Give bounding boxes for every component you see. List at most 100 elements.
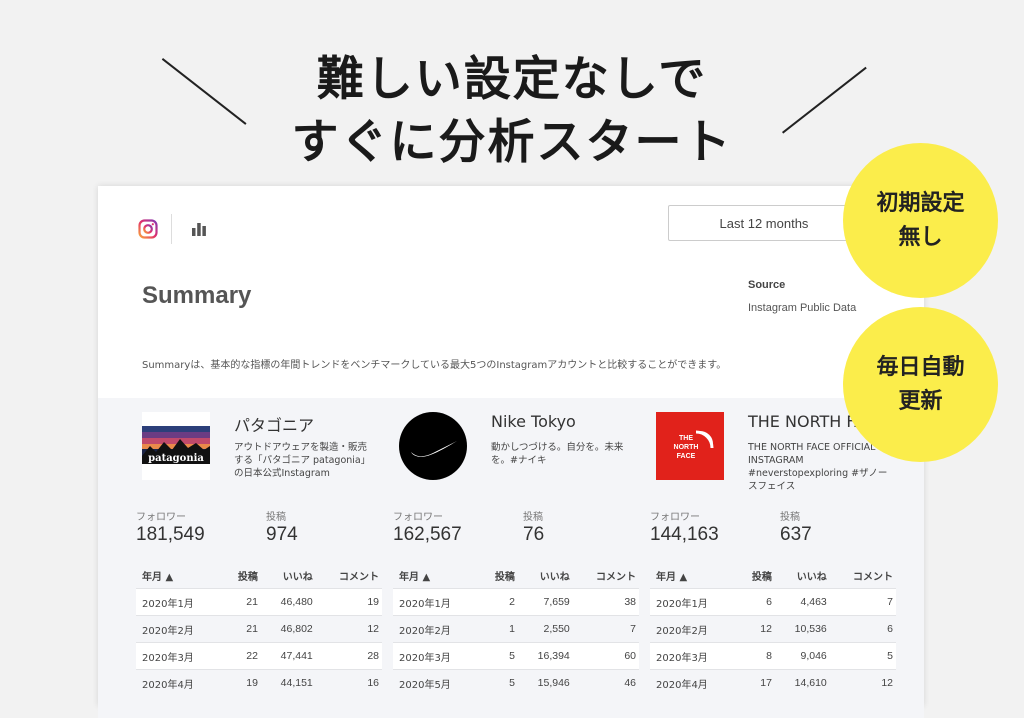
the-north-face-logo: THE NORTH FACE bbox=[656, 412, 724, 480]
table-row: 2020年3月 22 47,441 28 bbox=[136, 642, 382, 670]
table-cell: 2020年4月 bbox=[650, 669, 738, 696]
account-bio: 動かしつづける。自分を。未来を。#ナイキ bbox=[491, 442, 624, 466]
table-cell: 2,550 bbox=[517, 615, 573, 643]
table-row: 2020年4月 17 14,610 12 bbox=[650, 669, 896, 696]
account-name[interactable]: Nike Tokyo bbox=[491, 412, 576, 431]
table-cell: 1 bbox=[480, 615, 518, 643]
table-cell: 5 bbox=[480, 669, 518, 696]
toolbar-divider bbox=[171, 214, 172, 244]
table-cell: 7 bbox=[572, 615, 639, 643]
posts-label: 投稿 bbox=[780, 512, 800, 523]
svg-text:NORTH: NORTH bbox=[674, 444, 699, 451]
table-row: 2020年2月 21 46,802 12 bbox=[136, 615, 382, 643]
followers-label: フォロワー bbox=[136, 512, 186, 523]
instagram-icon[interactable] bbox=[138, 219, 158, 239]
table-cell: 19 bbox=[223, 669, 261, 696]
table-cell: 19 bbox=[315, 588, 382, 616]
column-header[interactable]: 投稿 bbox=[224, 562, 261, 589]
page-title: Summary bbox=[142, 282, 252, 309]
table-cell: 2020年3月 bbox=[650, 642, 738, 670]
table-row: 2020年3月 5 16,394 60 bbox=[393, 642, 639, 670]
table-cell: 16,394 bbox=[517, 642, 573, 670]
table-cell: 9,046 bbox=[774, 642, 830, 670]
table-cell: 15,946 bbox=[517, 669, 573, 696]
badge-no-initial-setup: 初期設定 無し bbox=[843, 143, 998, 298]
table-cell: 47,441 bbox=[260, 642, 316, 670]
table-header-row: 年月 ▲ 投稿 いいね コメント bbox=[393, 562, 639, 589]
account-column-patagonia: patagonia パタゴニア アウトドアウェアを製造・販売する「パタゴニア p… bbox=[136, 412, 400, 712]
summary-description: Summaryは、基本的な指標の年間トレンドをベンチマークしている最大5つのIn… bbox=[142, 360, 727, 371]
table-cell: 21 bbox=[223, 588, 261, 616]
table-row: 2020年2月 12 10,536 6 bbox=[650, 615, 896, 643]
table-cell: 8 bbox=[737, 642, 775, 670]
table-cell: 46 bbox=[572, 669, 639, 696]
table-cell: 44,151 bbox=[260, 669, 316, 696]
svg-text:FACE: FACE bbox=[677, 453, 696, 460]
source-value: Instagram Public Data bbox=[748, 302, 857, 314]
followers-label: フォロワー bbox=[650, 512, 700, 523]
column-header[interactable]: いいね bbox=[261, 562, 316, 589]
table-row: 2020年1月 21 46,480 19 bbox=[136, 588, 382, 616]
posts-count: 76 bbox=[523, 524, 545, 545]
table-cell: 12 bbox=[315, 615, 382, 643]
table-cell: 28 bbox=[315, 642, 382, 670]
column-header[interactable]: 投稿 bbox=[738, 562, 775, 589]
badge-line-1: 毎日自動 bbox=[876, 354, 965, 380]
table-cell: 2020年1月 bbox=[393, 588, 481, 616]
column-header[interactable]: 投稿 bbox=[481, 562, 518, 589]
bar-chart-icon[interactable] bbox=[191, 222, 207, 236]
table-cell: 2020年4月 bbox=[136, 669, 224, 696]
table-cell: 6 bbox=[737, 588, 775, 616]
table-cell: 17 bbox=[737, 669, 775, 696]
followers-count: 181,549 bbox=[136, 524, 205, 545]
table-cell: 60 bbox=[572, 642, 639, 670]
account-bio: アウトドアウェアを製造・販売する「パタゴニア patagonia」の日本公式In… bbox=[234, 442, 371, 479]
table-cell: 5 bbox=[829, 642, 896, 670]
sort-column-header[interactable]: 年月 ▲ bbox=[393, 562, 481, 589]
table-row: 2020年1月 2 7,659 38 bbox=[393, 588, 639, 616]
table-cell: 2020年1月 bbox=[650, 588, 738, 616]
badge-line-2: 更新 bbox=[898, 388, 943, 414]
svg-text:patagonia: patagonia bbox=[148, 453, 204, 464]
table-cell: 7 bbox=[829, 588, 896, 616]
source-label: Source bbox=[748, 279, 786, 291]
table-cell: 22 bbox=[223, 642, 261, 670]
date-range-label: Last 12 months bbox=[719, 215, 809, 231]
badge-line-2: 無し bbox=[898, 224, 943, 250]
account-column-nike-tokyo: Nike Tokyo 動かしつづける。自分を。未来を。#ナイキ フォロワー 16… bbox=[393, 412, 657, 712]
table-cell: 46,802 bbox=[260, 615, 316, 643]
followers-label: フォロワー bbox=[393, 512, 443, 523]
table-cell: 2020年2月 bbox=[393, 615, 481, 643]
table-header-row: 年月 ▲ 投稿 いいね コメント bbox=[136, 562, 382, 589]
headline-line-1: 難しい設定なしで bbox=[316, 52, 708, 107]
monthly-stats-table: 年月 ▲ 投稿 いいね コメント 2020年1月 21 46,480 19 2020年2月 21 4… bbox=[136, 562, 382, 696]
table-cell: 2020年2月 bbox=[650, 615, 738, 643]
table-cell: 14,610 bbox=[774, 669, 830, 696]
column-header[interactable]: コメント bbox=[830, 562, 896, 589]
table-cell: 46,480 bbox=[260, 588, 316, 616]
table-cell: 2 bbox=[480, 588, 518, 616]
badge-daily-auto-update: 毎日自動 更新 bbox=[843, 307, 998, 462]
account-column-the-north-face: THE NORTH FACE THE NORTH FACE THE NORTH … bbox=[650, 412, 914, 712]
monthly-stats-table: 年月 ▲ 投稿 いいね コメント 2020年1月 2 7,659 38 2020年2月 1 2,55… bbox=[393, 562, 639, 696]
account-name[interactable]: パタゴニア bbox=[234, 412, 314, 436]
column-header[interactable]: コメント bbox=[573, 562, 639, 589]
table-cell: 12 bbox=[737, 615, 775, 643]
table-cell: 6 bbox=[829, 615, 896, 643]
column-header[interactable]: いいね bbox=[518, 562, 573, 589]
sort-column-header[interactable]: 年月 ▲ bbox=[650, 562, 738, 589]
patagonia-logo: patagonia bbox=[142, 412, 210, 480]
table-row: 2020年1月 6 4,463 7 bbox=[650, 588, 896, 616]
table-cell: 21 bbox=[223, 615, 261, 643]
followers-count: 144,163 bbox=[650, 524, 719, 545]
table-cell: 2020年3月 bbox=[393, 642, 481, 670]
posts-label: 投稿 bbox=[523, 512, 543, 523]
table-cell: 4,463 bbox=[774, 588, 830, 616]
table-cell: 7,659 bbox=[517, 588, 573, 616]
column-header[interactable]: コメント bbox=[316, 562, 382, 589]
table-cell: 2020年2月 bbox=[136, 615, 224, 643]
column-header[interactable]: いいね bbox=[775, 562, 830, 589]
posts-count: 974 bbox=[266, 524, 298, 545]
monthly-stats-table: 年月 ▲ 投稿 いいね コメント 2020年1月 6 4,463 7 2020年2月 12 10,5… bbox=[650, 562, 896, 696]
sort-column-header[interactable]: 年月 ▲ bbox=[136, 562, 224, 589]
